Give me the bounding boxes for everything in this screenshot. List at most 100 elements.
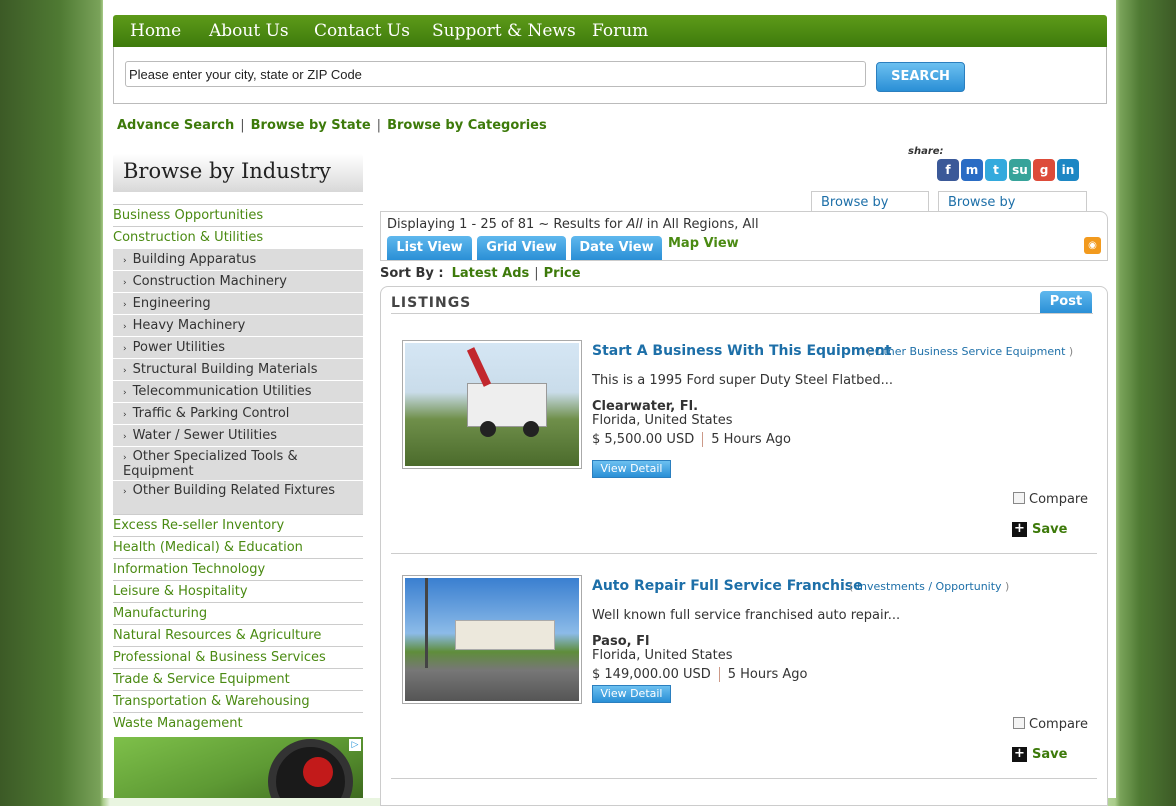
listing-category[interactable]: ( Investments / Opportunity ) <box>849 580 1009 593</box>
sidebar-item[interactable]: › Other Building Related Fixtures <box>113 480 363 514</box>
arrow-right-icon: › <box>123 410 127 420</box>
search-input[interactable]: Please enter your city, state or ZIP Cod… <box>125 61 866 87</box>
view-detail-button[interactable]: View Detail <box>592 460 671 478</box>
browse-by-categories-link[interactable]: Browse by Categories <box>387 118 547 133</box>
arrow-right-icon: › <box>123 256 127 266</box>
listing-title[interactable]: Start A Business With This Equipment <box>592 343 892 359</box>
sort-price[interactable]: Price <box>544 266 581 281</box>
sidebar-item[interactable]: Trade & Service Equipment <box>113 668 363 690</box>
truck-photo <box>405 343 579 466</box>
listing-price-row: $ 5,500.00 USD 5 Hours Ago <box>592 432 791 447</box>
crane-arm-shape <box>466 347 492 387</box>
sidebar-item[interactable]: Excess Re-seller Inventory <box>113 514 363 536</box>
nav-support-news[interactable]: Support & News <box>432 21 576 41</box>
save-button[interactable]: + Save <box>1012 747 1067 762</box>
sidebar-item[interactable]: › Structural Building Materials <box>113 358 363 380</box>
linkedin-icon[interactable]: in <box>1057 159 1079 181</box>
sidebar-item[interactable]: Waste Management <box>113 712 363 734</box>
twitter-icon[interactable]: t <box>985 159 1007 181</box>
sidebar-item[interactable]: › Traffic & Parking Control <box>113 402 363 424</box>
compare-checkbox[interactable] <box>1013 492 1025 504</box>
sidebar-item-label: Manufacturing <box>113 606 208 621</box>
myspace-icon[interactable]: m <box>961 159 983 181</box>
tab-browse-by-state[interactable]: Browse by State <box>811 191 929 225</box>
page: Home About Us Contact Us Support & News … <box>103 0 1116 806</box>
sidebar-item[interactable]: › Water / Sewer Utilities <box>113 424 363 446</box>
browse-by-state-link[interactable]: Browse by State <box>251 118 371 133</box>
divider <box>718 667 720 682</box>
sort-label: Sort By : <box>380 266 444 281</box>
sidebar-item[interactable]: Manufacturing <box>113 602 363 624</box>
save-label: Save <box>1032 747 1068 762</box>
building-shape <box>455 620 555 650</box>
rss-icon[interactable]: ◉ <box>1084 237 1101 254</box>
paren: ( <box>867 345 872 358</box>
ad-banner[interactable]: ▷ <box>114 737 363 798</box>
listing-region: Florida, United States <box>592 648 733 663</box>
arrow-right-icon: › <box>123 344 127 354</box>
sidebar-item-label: Traffic & Parking Control <box>132 406 290 421</box>
sidebar-industry-list: Business Opportunities Construction & Uti… <box>113 204 363 734</box>
stumbleupon-icon[interactable]: su <box>1009 159 1031 181</box>
listing-thumbnail[interactable] <box>402 575 582 704</box>
sidebar-item-label: Health (Medical) & Education <box>113 540 303 555</box>
search-bar: Please enter your city, state or ZIP Cod… <box>113 47 1107 104</box>
results-suffix: in All Regions, All <box>642 217 759 232</box>
sidebar-item[interactable]: › Building Apparatus <box>113 248 363 270</box>
share-label: share: <box>908 146 944 157</box>
sidebar-item[interactable]: › Heavy Machinery <box>113 314 363 336</box>
sidebar-item[interactable]: Professional & Business Services <box>113 646 363 668</box>
nav-about-us[interactable]: About Us <box>209 21 289 41</box>
sort-latest-ads[interactable]: Latest Ads <box>452 266 530 281</box>
sidebar-item[interactable]: Leisure & Hospitality <box>113 580 363 602</box>
sidebar-item[interactable]: Health (Medical) & Education <box>113 536 363 558</box>
sidebar-item[interactable]: Construction & Utilities <box>113 226 363 248</box>
sidebar-item-label: Construction & Utilities <box>113 230 264 245</box>
sidebar-item-label: Other Building Related Fixtures <box>132 483 336 498</box>
tractor-hub-image <box>303 757 333 787</box>
listing-category[interactable]: ( Other Business Service Equipment ) <box>867 345 1073 358</box>
sidebar-item[interactable]: Transportation & Warehousing <box>113 690 363 712</box>
grid-view-tab[interactable]: Grid View <box>477 236 566 260</box>
sidebar-item[interactable]: Business Opportunities <box>113 204 363 226</box>
compare-checkbox[interactable] <box>1013 717 1025 729</box>
arrow-right-icon: › <box>123 278 127 288</box>
nav-contact-us[interactable]: Contact Us <box>314 21 410 41</box>
sidebar-item-label: Construction Machinery <box>132 274 287 289</box>
listing-thumbnail[interactable] <box>402 340 582 469</box>
nav-home[interactable]: Home <box>130 21 181 41</box>
sidebar-item-label: Natural Resources & Agriculture <box>113 628 322 643</box>
sidebar-item[interactable]: › Engineering <box>113 292 363 314</box>
listing-title[interactable]: Auto Repair Full Service Franchise <box>592 578 863 594</box>
sidebar-item-label: Engineering <box>132 296 211 311</box>
arrow-right-icon: › <box>123 487 127 497</box>
sidebar-item-label: Excess Re-seller Inventory <box>113 518 285 533</box>
advance-search-link[interactable]: Advance Search <box>117 118 234 133</box>
sidebar-item-label: Trade & Service Equipment <box>113 672 290 687</box>
map-view-link[interactable]: Map View <box>668 236 739 251</box>
listing-age: 5 Hours Ago <box>711 432 791 447</box>
facebook-icon[interactable]: f <box>937 159 959 181</box>
search-button[interactable]: SEARCH <box>876 62 965 92</box>
nav-forum[interactable]: Forum <box>592 21 648 41</box>
sidebar-item-label: Professional & Business Services <box>113 650 326 665</box>
view-detail-button[interactable]: View Detail <box>592 685 671 703</box>
sidebar-item[interactable]: Information Technology <box>113 558 363 580</box>
listing-description: Well known full service franchised auto … <box>592 608 901 623</box>
sidebar-item[interactable]: › Power Utilities <box>113 336 363 358</box>
ad-choices-icon[interactable]: ▷ <box>349 739 361 751</box>
sidebar-item[interactable]: › Telecommunication Utilities <box>113 380 363 402</box>
tab-browse-by-categories[interactable]: Browse by Categories <box>938 191 1087 225</box>
divider <box>702 432 704 447</box>
sidebar-item[interactable]: Natural Resources & Agriculture <box>113 624 363 646</box>
sidebar-item[interactable]: › Other Specialized Tools & Equipment <box>113 446 363 480</box>
results-bar: Displaying 1 - 25 of 81 ~ Results for Al… <box>380 211 1108 261</box>
list-view-tab[interactable]: List View <box>387 236 472 260</box>
google-icon[interactable]: g <box>1033 159 1055 181</box>
paren: ) <box>1068 345 1074 358</box>
list-item: Start A Business With This Equipment ( O… <box>381 287 1109 554</box>
listing-price: $ 149,000.00 USD <box>592 667 711 682</box>
sidebar-item[interactable]: › Construction Machinery <box>113 270 363 292</box>
date-view-tab[interactable]: Date View <box>571 236 662 260</box>
sidebar-item-label: Information Technology <box>113 562 266 577</box>
